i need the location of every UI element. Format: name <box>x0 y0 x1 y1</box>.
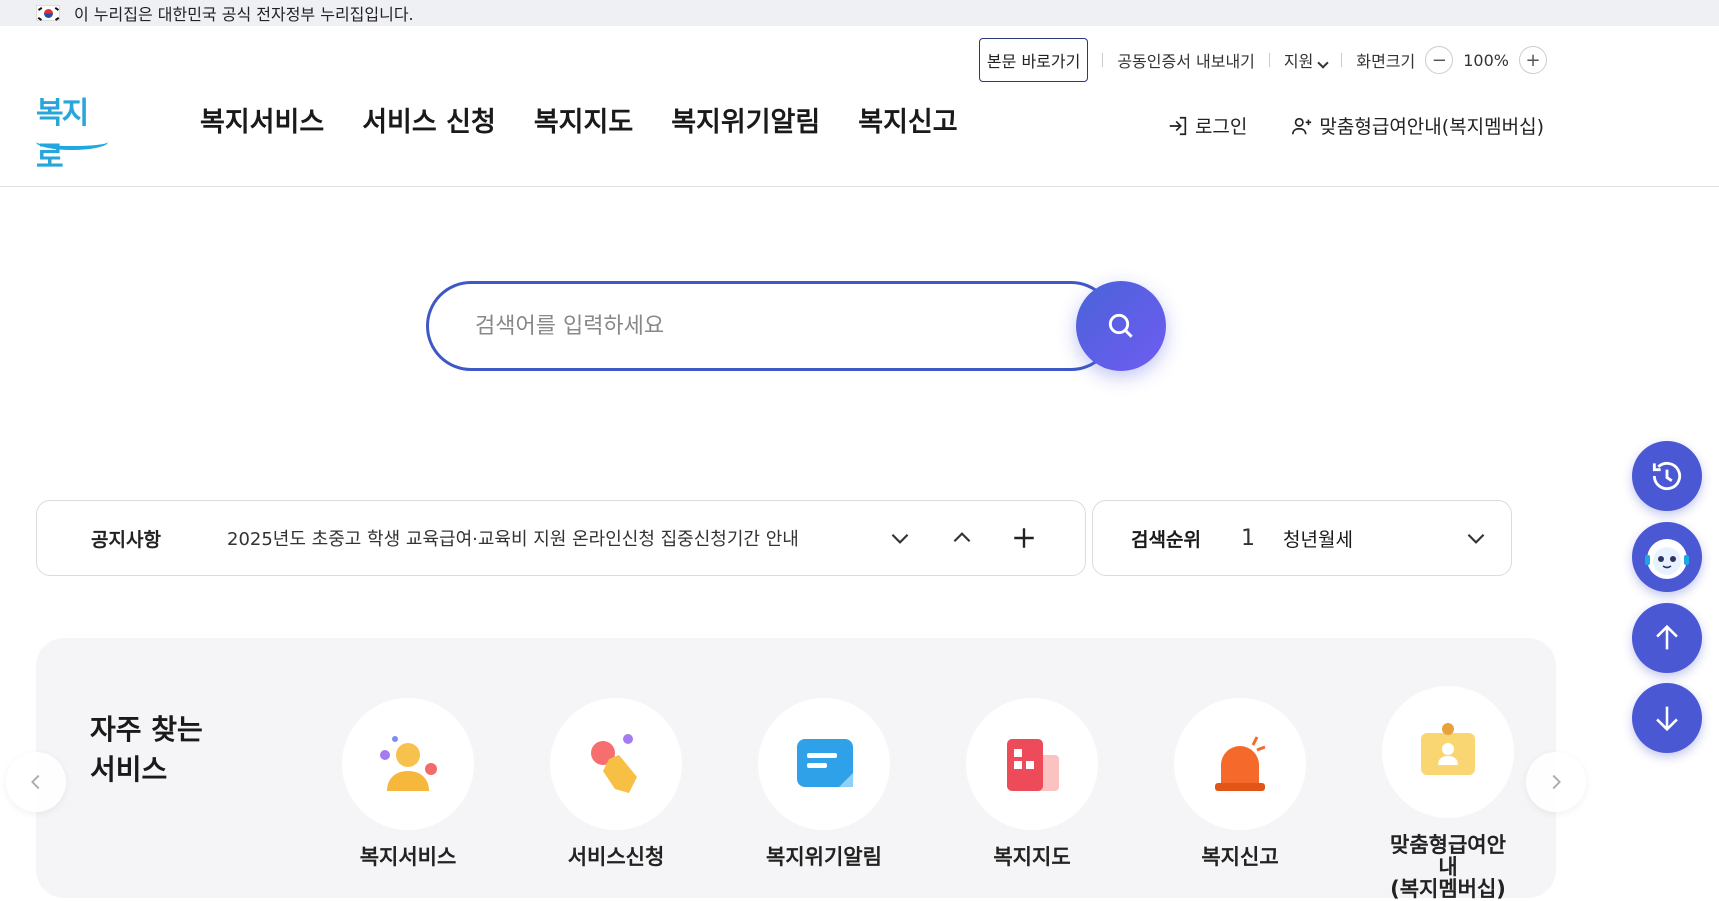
nav-item-service-apply[interactable]: 서비스 신청 <box>362 100 496 139</box>
cert-export-link[interactable]: 공동인증서 내보내기 <box>1117 48 1255 72</box>
notice-label: 공지사항 <box>91 528 161 551</box>
login-icon <box>1169 116 1187 135</box>
gov-banner: 이 누리집은 대한민국 공식 전자정부 누리집입니다. <box>0 0 1719 26</box>
nav-item-welfare-service[interactable]: 복지서비스 <box>200 100 324 139</box>
frequent-services: 자주 찾는 서비스 복지서비스 서비스신청 복지위기알림 복지지도 복지신고 맞… <box>36 638 1556 900</box>
service-circle <box>758 698 890 830</box>
divider <box>1102 53 1104 67</box>
site-header: 본문 바로가기 공동인증서 내보내기 지원 화면크기 − 100% + 복지로 … <box>0 26 1719 187</box>
rank-label: 검색순위 <box>1131 528 1201 551</box>
carousel-next-button[interactable] <box>1526 752 1586 812</box>
notice-controls <box>887 525 1037 551</box>
zoom-label: 화면크기 <box>1356 52 1416 71</box>
membership-link[interactable]: 맞춤형급여안내(복지멤버십) <box>1291 112 1544 139</box>
login-label: 로그인 <box>1194 116 1248 138</box>
chevron-down-icon <box>1317 57 1330 69</box>
building-icon <box>1007 739 1059 791</box>
nav-item-welfare-map[interactable]: 복지지도 <box>534 100 633 139</box>
chevron-right-icon <box>1552 774 1561 790</box>
notice-text-link[interactable]: 2025년도 초중고 학생 교육급여·교육비 지원 온라인신청 집중신청기간 안… <box>227 525 887 551</box>
divider <box>1268 53 1270 67</box>
plus-icon[interactable] <box>1011 525 1037 551</box>
frequent-title-line1: 자주 찾는 <box>90 713 203 746</box>
service-name: 복지서비스 <box>359 845 457 869</box>
service-name-line2: (복지멤버십) <box>1390 877 1506 901</box>
recent-history-button[interactable] <box>1632 441 1702 511</box>
service-name: 맞춤형급여안내 (복지멤버십) <box>1382 834 1514 900</box>
person-icon <box>380 736 437 791</box>
siren-icon <box>1215 736 1266 791</box>
scroll-top-button[interactable] <box>1632 603 1702 673</box>
zoom-in-button[interactable]: + <box>1519 46 1547 74</box>
service-circle <box>1382 686 1514 818</box>
logo[interactable]: 복지로 <box>36 88 108 175</box>
history-icon <box>1652 461 1682 491</box>
arrow-down-icon <box>1656 706 1678 732</box>
carousel-prev-button[interactable] <box>6 752 66 812</box>
divider <box>1341 53 1343 67</box>
service-item-report[interactable]: 복지신고 <box>1174 698 1306 868</box>
arrow-up-icon <box>1656 624 1678 650</box>
skip-to-content-link[interactable]: 본문 바로가기 <box>978 38 1089 82</box>
service-name-line1: 맞춤형급여안내 <box>1390 833 1506 879</box>
rank-number: 1 <box>1241 525 1255 551</box>
zoom-value: 100% <box>1463 50 1509 70</box>
service-circle <box>1174 698 1306 830</box>
search-input[interactable] <box>475 313 1035 339</box>
chevron-left-icon <box>31 774 40 790</box>
service-name: 복지지도 <box>993 845 1071 869</box>
service-item-apply[interactable]: 서비스신청 <box>550 698 682 868</box>
frequent-services-title: 자주 찾는 서비스 <box>90 710 203 790</box>
chevron-down-icon[interactable] <box>887 525 913 551</box>
service-name: 복지위기알림 <box>766 845 882 869</box>
id-card-icon <box>1421 723 1475 775</box>
login-link[interactable]: 로그인 <box>1167 112 1247 139</box>
service-item-welfare-map[interactable]: 복지지도 <box>966 698 1098 868</box>
search-field <box>426 281 1116 371</box>
account-links: 로그인 맞춤형급여안내(복지멤버십) <box>1167 112 1544 139</box>
service-item-membership[interactable]: 맞춤형급여안내 (복지멤버십) <box>1382 686 1514 900</box>
membership-label: 맞춤형급여안내(복지멤버십) <box>1319 116 1544 138</box>
message-icon <box>797 739 853 787</box>
chevron-down-icon[interactable] <box>1463 525 1489 551</box>
logo-text: 복지로 <box>36 96 89 175</box>
user-plus-icon <box>1292 117 1312 134</box>
korea-flag-icon <box>36 5 60 21</box>
rank-term-link[interactable]: 청년월세 <box>1283 525 1463 552</box>
nav-item-welfare-report[interactable]: 복지신고 <box>858 100 957 139</box>
support-label: 지원 <box>1283 52 1314 71</box>
frequent-title-line2: 서비스 <box>90 753 168 786</box>
service-circle <box>550 698 682 830</box>
utility-bar: 본문 바로가기 공동인증서 내보내기 지원 화면크기 − 100% + <box>978 38 1557 82</box>
support-dropdown[interactable]: 지원 <box>1283 48 1330 72</box>
gov-banner-text: 이 누리집은 대한민국 공식 전자정부 누리집입니다. <box>74 5 414 24</box>
service-item-welfare[interactable]: 복지서비스 <box>342 698 474 868</box>
logo-smile <box>36 134 108 150</box>
chatbot-button[interactable] <box>1632 522 1702 592</box>
nav-item-crisis-alert[interactable]: 복지위기알림 <box>671 100 820 139</box>
zoom-out-button[interactable]: − <box>1425 46 1454 74</box>
chatbot-icon <box>1645 539 1689 579</box>
notice-bar: 공지사항 2025년도 초중고 학생 교육급여·교육비 지원 온라인신청 집중신… <box>36 500 1086 576</box>
search-icon <box>1108 313 1133 338</box>
search-rank-bar: 검색순위 1 청년월세 <box>1092 500 1512 576</box>
service-circle <box>966 698 1098 830</box>
service-circle <box>342 698 474 830</box>
service-name: 서비스신청 <box>567 845 665 869</box>
scroll-bottom-button[interactable] <box>1632 683 1702 753</box>
service-name: 복지신고 <box>1201 845 1279 869</box>
search-button[interactable] <box>1076 281 1166 371</box>
hand-tap-icon <box>591 734 637 793</box>
main-nav: 복지서비스 서비스 신청 복지지도 복지위기알림 복지신고 <box>200 100 958 139</box>
search-box <box>426 281 1166 371</box>
service-item-crisis-alert[interactable]: 복지위기알림 <box>758 698 890 868</box>
chevron-up-icon[interactable] <box>949 525 975 551</box>
